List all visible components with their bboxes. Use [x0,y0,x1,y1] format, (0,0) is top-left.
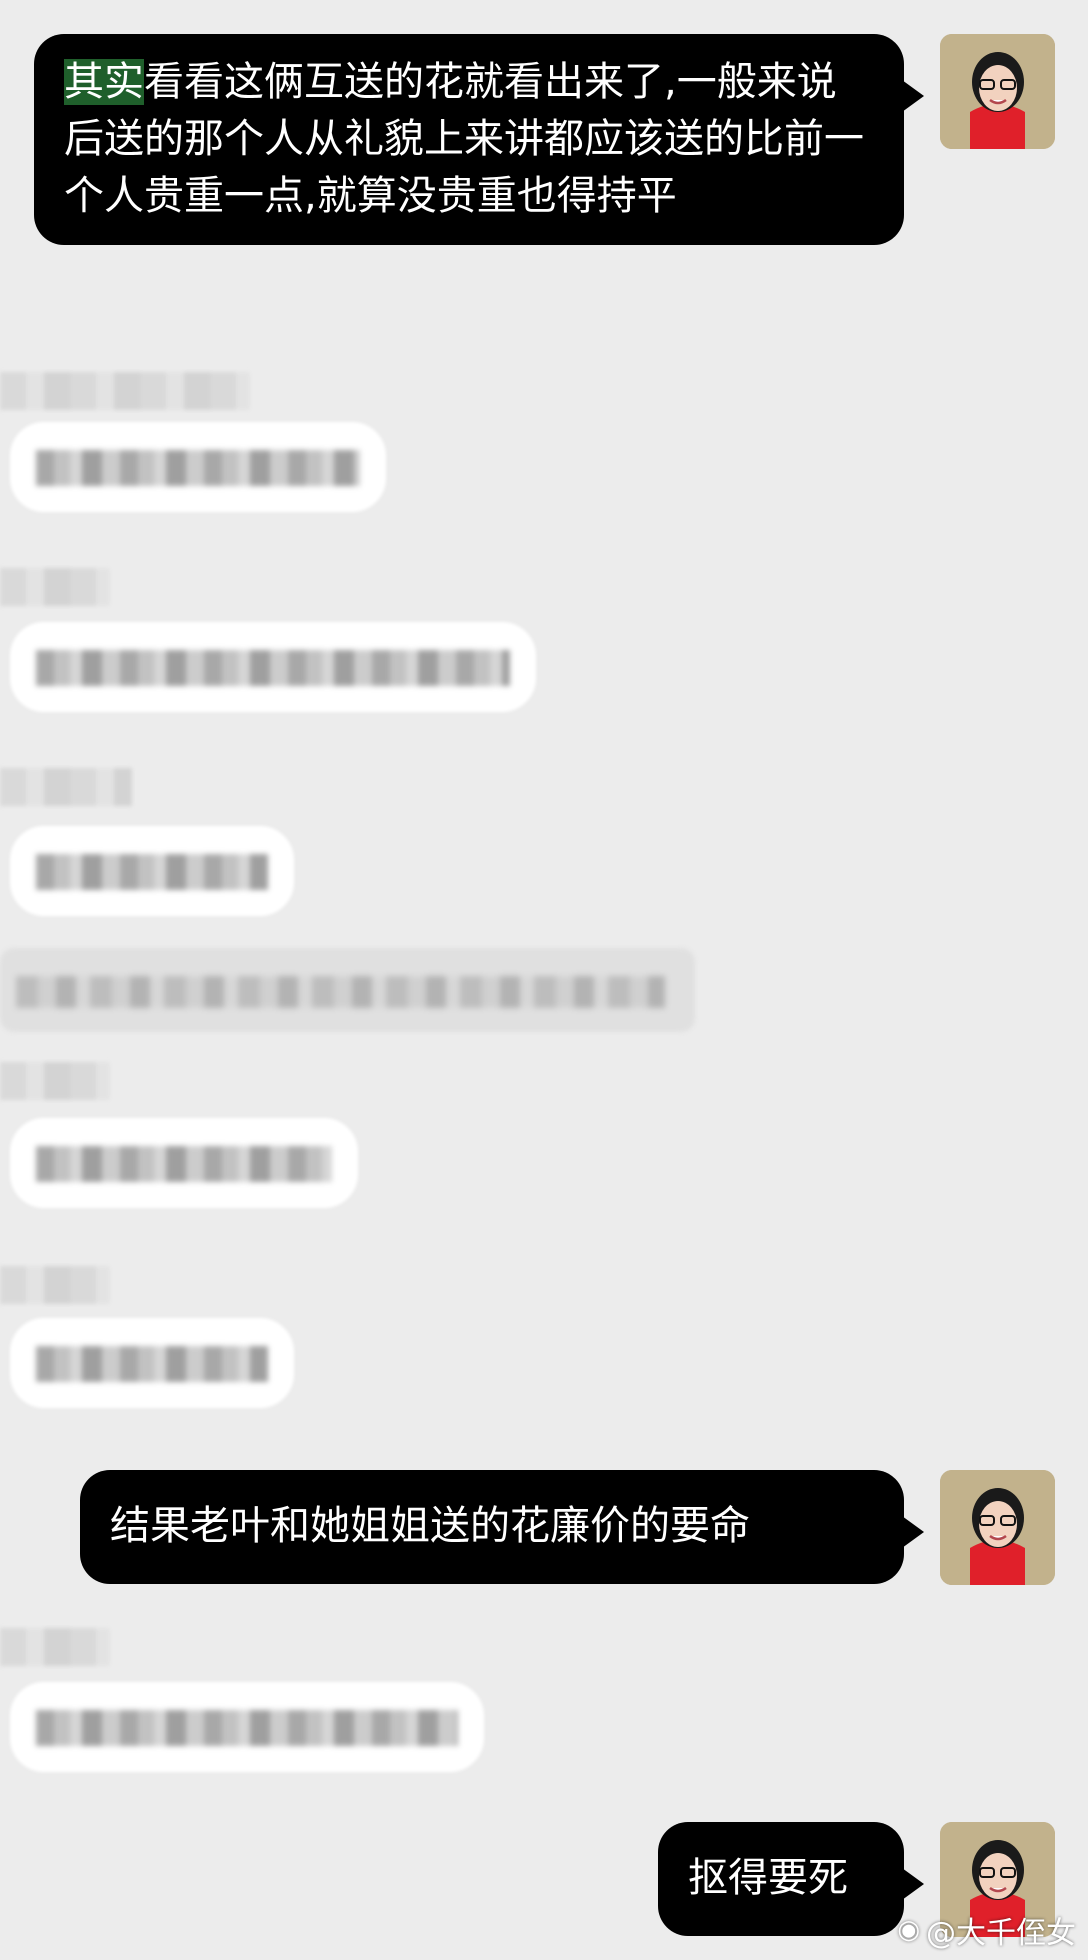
incoming-message-blurred[interactable] [10,1318,294,1408]
bubble-tail [902,1868,924,1900]
message-text: 抠得要死 [688,1855,848,1901]
watermark: ◉ @大千侄女 [897,1908,1076,1952]
chat-view: 其实看看这俩互送的花就看出来了,一般来说后送的那个人从礼貌上来讲都应该送的比前一… [0,0,1088,1960]
system-notice-blurred [0,948,695,1032]
user-avatar-icon[interactable] [940,34,1055,149]
weibo-logo-icon: ◉ [897,1915,920,1945]
message-text: 看看这俩互送的花就看出来了,一般来说后送的那个人从礼貌上来讲都应该送的比前一个人… [64,59,864,219]
incoming-message-blurred[interactable] [10,622,536,712]
incoming-message-blurred[interactable] [10,422,386,512]
sender-name-blurred [0,1062,110,1100]
message-bubble[interactable]: 抠得要死 [658,1822,924,1936]
sender-name-blurred [0,372,250,410]
incoming-message-blurred[interactable] [10,1682,484,1772]
highlighted-text: 其实 [64,59,144,105]
sender-name-blurred [0,568,110,606]
message-text: 结果老叶和她姐姐送的花廉价的要命 [110,1503,750,1549]
watermark-text: @大千侄女 [926,1916,1076,1951]
bubble-tail [902,80,924,112]
user-avatar-icon[interactable] [940,1470,1055,1585]
sender-name-blurred [0,1266,110,1304]
incoming-message-blurred[interactable] [10,1118,358,1208]
message-bubble[interactable]: 结果老叶和她姐姐送的花廉价的要命 [80,1470,924,1584]
sender-name-blurred [0,768,132,806]
message-bubble[interactable]: 其实看看这俩互送的花就看出来了,一般来说后送的那个人从礼貌上来讲都应该送的比前一… [34,34,924,245]
bubble-tail [902,1516,924,1548]
incoming-message-blurred[interactable] [10,826,294,916]
sender-name-blurred [0,1628,110,1666]
